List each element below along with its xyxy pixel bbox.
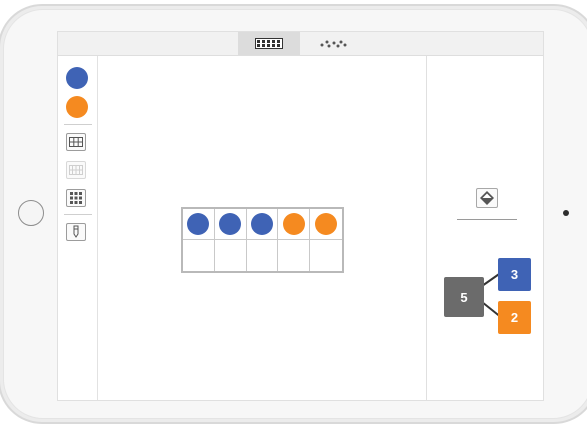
ten-frame-tool-button[interactable] (66, 133, 86, 151)
ten-frame-cell[interactable] (247, 240, 279, 271)
blue-counter[interactable] (250, 213, 273, 235)
front-camera (563, 210, 569, 216)
ten-frame-cell[interactable] (246, 209, 279, 240)
ten-frame-cell[interactable] (214, 209, 247, 240)
sidebar-divider (64, 214, 92, 215)
ten-frame-cell[interactable] (310, 240, 342, 271)
double-grid-icon (69, 165, 83, 175)
ten-frame-cell[interactable] (183, 209, 215, 240)
ten-frame-cell[interactable] (183, 240, 215, 271)
ten-frame-cell[interactable] (278, 209, 311, 240)
bond-part-bottom-box[interactable]: 2 (498, 301, 531, 334)
flip-diamond-icon (480, 191, 494, 205)
orange-counter[interactable] (315, 213, 338, 235)
flip-divider (457, 219, 517, 220)
dot-grid-icon (70, 192, 82, 204)
tool-sidebar (58, 56, 98, 400)
dot-pattern-mode-icon (320, 40, 347, 47)
bond-part-top-box[interactable]: 3 (498, 258, 531, 291)
bond-whole-value: 5 (460, 289, 468, 305)
blue-counter-swatch[interactable] (66, 67, 88, 89)
pencil-tool-button[interactable] (66, 223, 86, 241)
orange-counter[interactable] (282, 213, 305, 235)
bond-connectors (481, 271, 503, 319)
pencil-icon (73, 225, 79, 238)
tab-ten-frame-mode[interactable] (238, 32, 300, 55)
ten-frame[interactable] (181, 207, 344, 273)
ten-frame-cell[interactable] (310, 209, 342, 240)
double-frame-tool-button[interactable] (66, 161, 86, 179)
ten-frame-cell[interactable] (215, 240, 247, 271)
mode-toolbar (58, 32, 543, 56)
ten-frame-cell[interactable] (278, 240, 311, 271)
ten-frame-mode-icon (255, 38, 283, 49)
ten-frame-grid-icon (69, 137, 83, 147)
blue-counter[interactable] (219, 213, 242, 235)
flip-button[interactable] (476, 188, 498, 208)
sidebar-divider (64, 124, 92, 125)
orange-counter-swatch[interactable] (66, 96, 88, 118)
tab-dot-pattern-mode[interactable] (302, 32, 364, 55)
number-bond-panel: 5 3 2 (426, 56, 543, 400)
home-button[interactable] (18, 200, 44, 226)
bond-part-bottom-value: 2 (510, 310, 519, 325)
app-screen: 5 3 2 (57, 31, 544, 401)
blue-counter[interactable] (187, 213, 210, 235)
bond-part-top-value: 3 (510, 267, 519, 282)
bond-whole-box[interactable]: 5 (444, 277, 484, 317)
dot-grid-tool-button[interactable] (66, 189, 86, 207)
